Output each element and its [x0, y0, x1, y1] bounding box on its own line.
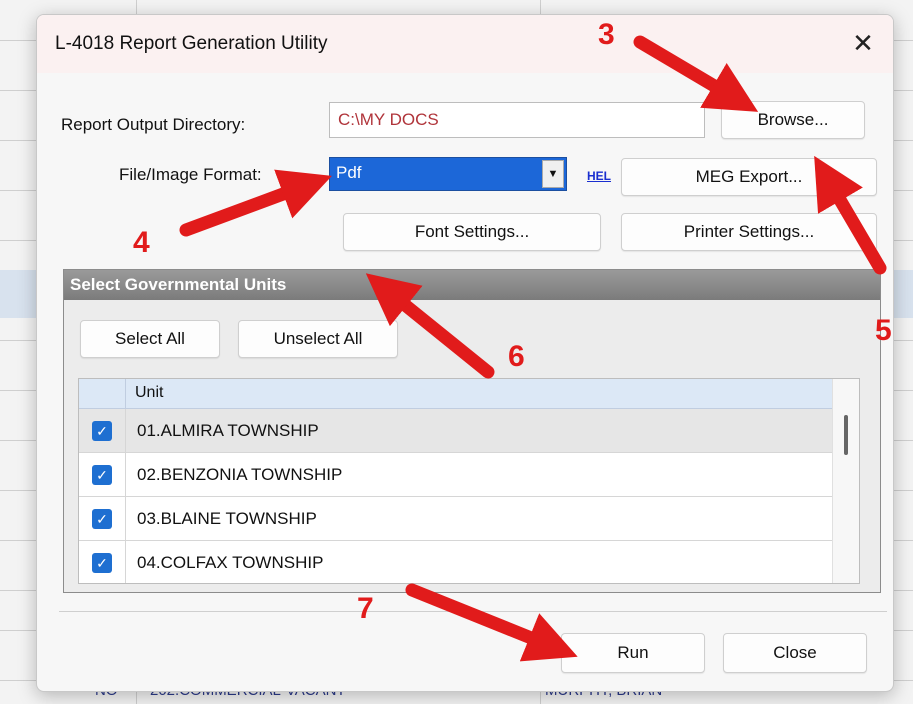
list-item[interactable]: ✓ 01.ALMIRA TOWNSHIP: [79, 409, 833, 453]
column-separator: [125, 409, 126, 452]
column-separator: [125, 541, 126, 583]
file-format-select[interactable]: Pdf ▼: [329, 157, 567, 191]
group-title: Select Governmental Units: [64, 270, 880, 300]
unit-name: 01.ALMIRA TOWNSHIP: [137, 421, 319, 440]
run-button[interactable]: Run: [561, 633, 705, 673]
checkbox[interactable]: ✓: [92, 421, 112, 441]
scrollbar-thumb[interactable]: [844, 415, 848, 455]
annotation-number: 6: [508, 340, 525, 373]
report-generation-dialog: L-4018 Report Generation Utility ✕ Repor…: [36, 14, 894, 692]
close-button[interactable]: Close: [723, 633, 867, 673]
browse-button[interactable]: Browse...: [721, 101, 865, 139]
output-directory-input[interactable]: C:\MY DOCS: [329, 102, 705, 138]
column-separator: [125, 453, 126, 496]
dialog-title: L-4018 Report Generation Utility: [55, 33, 328, 54]
unit-name: 02.BENZONIA TOWNSHIP: [137, 465, 343, 484]
dialog-titlebar: L-4018 Report Generation Utility ✕: [37, 15, 893, 73]
list-item[interactable]: ✓ 02.BENZONIA TOWNSHIP: [79, 453, 833, 497]
close-icon[interactable]: ✕: [847, 27, 879, 59]
file-format-value: Pdf: [336, 163, 362, 182]
unit-name: 03.BLAINE TOWNSHIP: [137, 509, 317, 528]
annotation-number: 7: [357, 592, 374, 625]
column-separator: [125, 379, 126, 408]
divider: [59, 611, 887, 612]
annotation-number: 5: [875, 314, 892, 347]
output-directory-label: Report Output Directory:: [61, 115, 246, 134]
help-link[interactable]: HEL: [587, 169, 611, 183]
printer-settings-button[interactable]: Printer Settings...: [621, 213, 877, 251]
annotation-number: 4: [133, 226, 150, 259]
checkbox[interactable]: ✓: [92, 553, 112, 573]
select-all-button[interactable]: Select All: [80, 320, 220, 358]
font-settings-button[interactable]: Font Settings...: [343, 213, 601, 251]
vertical-scrollbar[interactable]: [832, 379, 859, 583]
unit-column-header[interactable]: Unit: [135, 384, 163, 402]
list-item[interactable]: ✓ 04.COLFAX TOWNSHIP: [79, 541, 833, 583]
list-item[interactable]: ✓ 03.BLAINE TOWNSHIP: [79, 497, 833, 541]
checkbox[interactable]: ✓: [92, 465, 112, 485]
column-separator: [125, 497, 126, 540]
governmental-units-group: Select Governmental Units Select All Uns…: [63, 269, 881, 593]
chevron-down-icon[interactable]: ▼: [542, 160, 564, 188]
units-list: Unit ✓ 01.ALMIRA TOWNSHIP ✓ 02.BENZONIA …: [78, 378, 860, 584]
annotation-number: 3: [598, 18, 615, 51]
list-header: Unit: [79, 379, 833, 409]
unit-name: 04.COLFAX TOWNSHIP: [137, 553, 324, 572]
checkbox[interactable]: ✓: [92, 509, 112, 529]
unselect-all-button[interactable]: Unselect All: [238, 320, 398, 358]
file-format-label: File/Image Format:: [119, 165, 262, 184]
meg-export-button[interactable]: MEG Export...: [621, 158, 877, 196]
